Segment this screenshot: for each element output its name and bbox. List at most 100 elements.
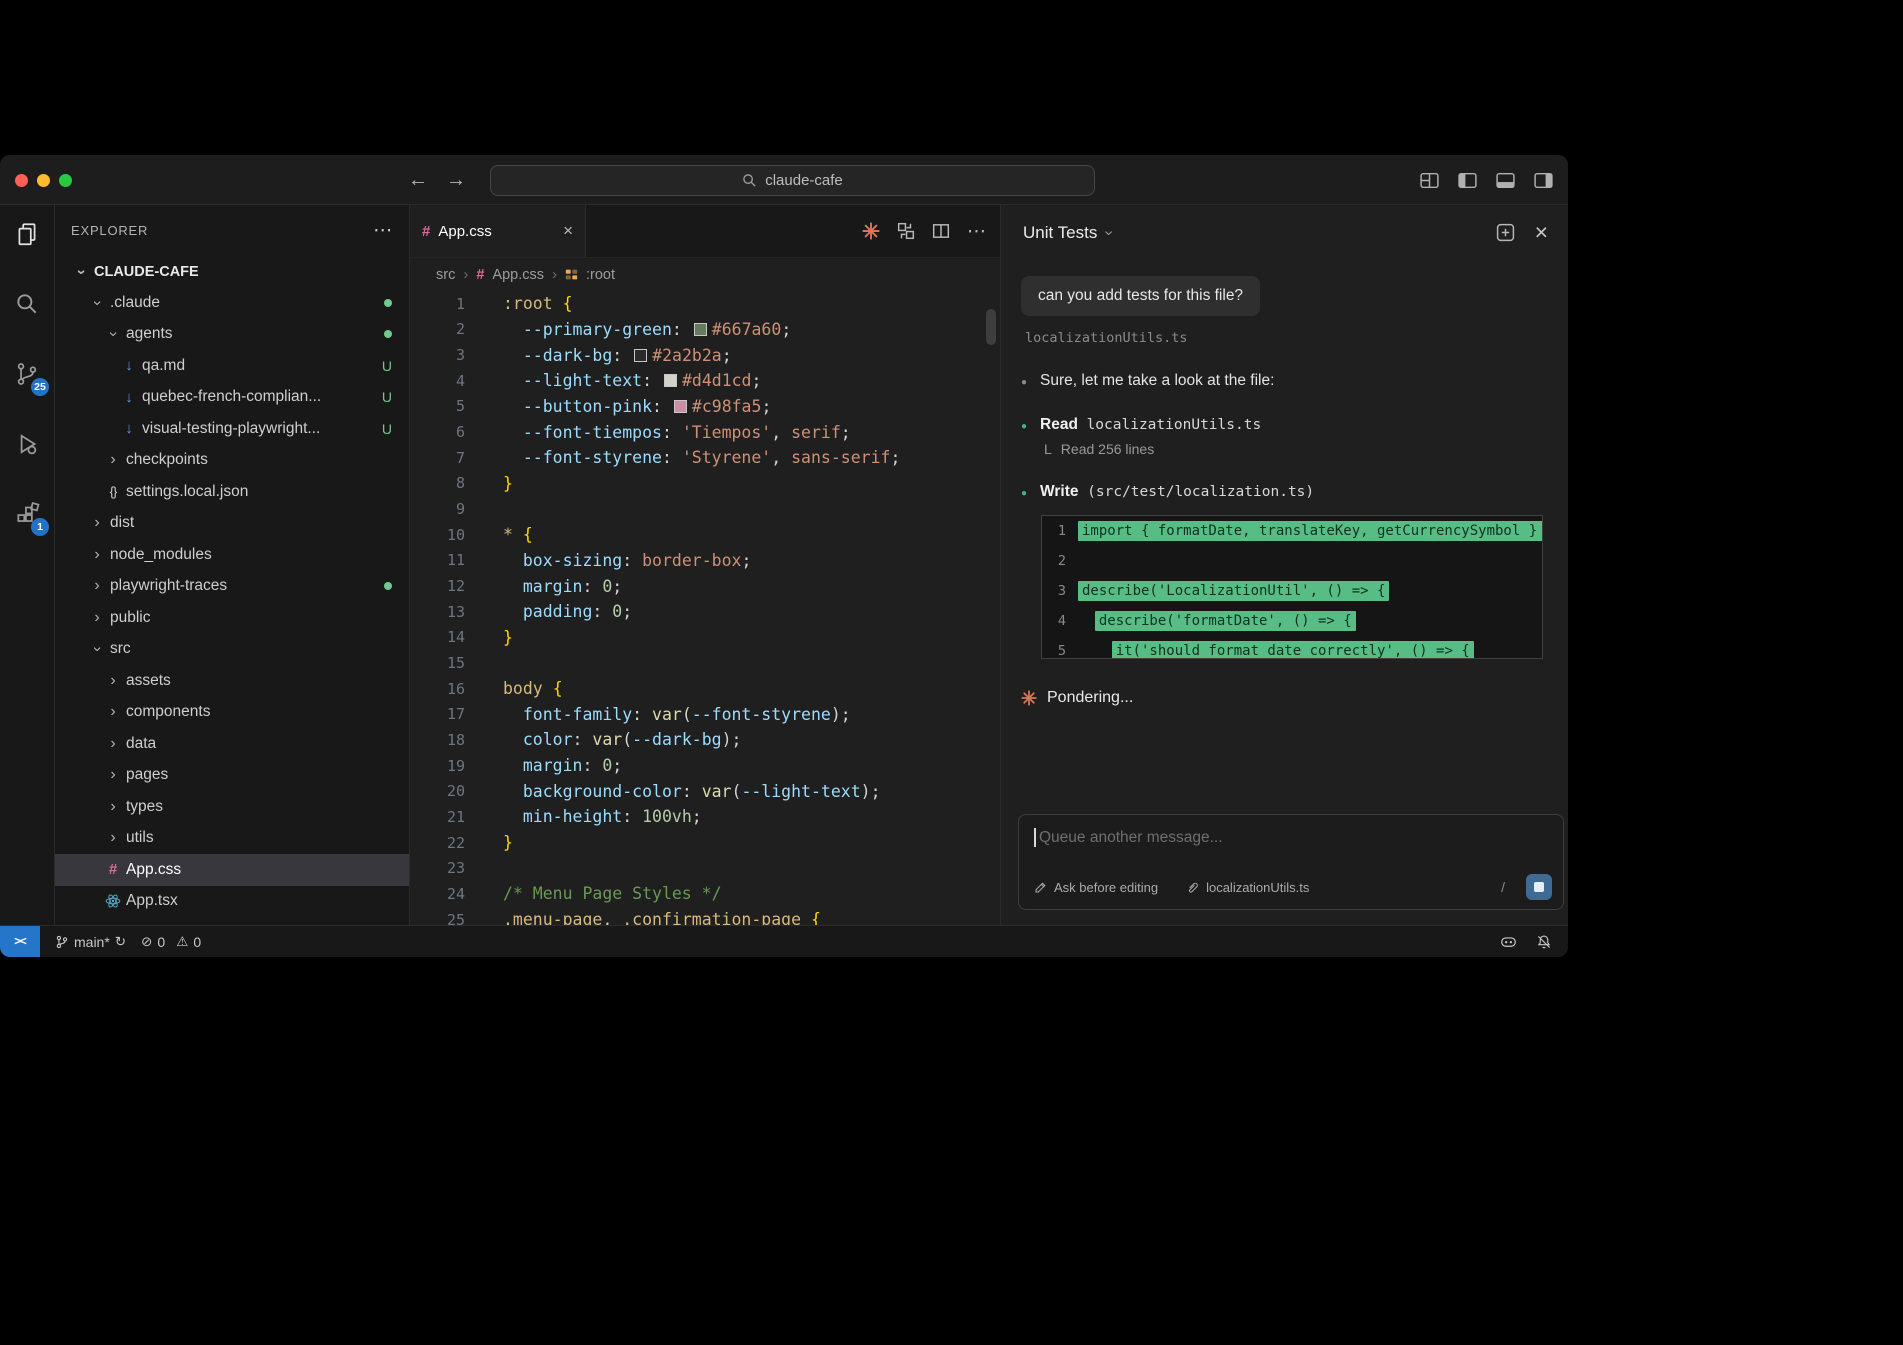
open-changes-icon[interactable] <box>897 222 915 240</box>
new-conversation-icon[interactable] <box>1496 223 1515 242</box>
code-line[interactable]: 8} <box>410 471 1000 497</box>
breadcrumb-folder[interactable]: src <box>436 267 455 283</box>
source-control-activity-icon[interactable]: 25 <box>10 357 44 391</box>
line-number: 10 <box>410 526 465 544</box>
added-code: it('should format date correctly', () =>… <box>1112 641 1474 659</box>
explorer-item-checkpoints[interactable]: ›checkpoints <box>55 445 409 477</box>
token: color <box>503 730 573 749</box>
editor-more-actions-icon[interactable]: ⋯ <box>967 220 986 243</box>
diff-line: 1import { formatDate, translateKey, getC… <box>1042 516 1542 546</box>
toggle-sidebar-icon[interactable] <box>1457 170 1478 191</box>
remote-indicator[interactable]: >< <box>0 926 40 957</box>
notifications-muted-icon[interactable] <box>1535 933 1553 951</box>
code-line[interactable]: 9 <box>410 496 1000 522</box>
editor-scrollbar[interactable] <box>986 309 996 345</box>
code-line[interactable]: 24/* Menu Page Styles */ <box>410 881 1000 907</box>
problems-item[interactable]: ⊘ 0 ⚠ 0 <box>141 934 201 950</box>
explorer-item-app-tsx[interactable]: App.tsx <box>55 886 409 918</box>
toggle-secondary-sidebar-icon[interactable] <box>1533 170 1554 191</box>
explorer-item-types[interactable]: ›types <box>55 791 409 823</box>
token: 0 <box>602 577 612 596</box>
close-panel-icon[interactable]: × <box>1535 221 1548 244</box>
code-line[interactable]: 21 min-height: 100vh; <box>410 804 1000 830</box>
code-line[interactable]: 12 margin: 0; <box>410 573 1000 599</box>
permission-mode-selector[interactable]: Ask before editing <box>1034 880 1158 895</box>
extensions-activity-icon[interactable]: 1 <box>10 497 44 531</box>
code-line[interactable]: 1:root { <box>410 291 1000 317</box>
tab-close-icon[interactable]: × <box>563 221 573 241</box>
customize-layout-icon[interactable] <box>1419 170 1440 191</box>
chevron-down-icon[interactable]: › <box>1100 230 1118 235</box>
explorer-item-public[interactable]: ›public <box>55 602 409 634</box>
chevron-down-icon: › <box>72 263 90 281</box>
line-content: } <box>503 628 513 647</box>
back-arrow-icon[interactable]: ← <box>408 169 428 192</box>
code-line[interactable]: 15 <box>410 650 1000 676</box>
code-line[interactable]: 22} <box>410 830 1000 856</box>
code-line[interactable]: 13 padding: 0; <box>410 599 1000 625</box>
explorer-more-actions-icon[interactable]: ⋯ <box>373 219 393 242</box>
code-line[interactable]: 7 --font-styrene: 'Styrene', sans-serif; <box>410 445 1000 471</box>
explorer-item-data[interactable]: ›data <box>55 728 409 760</box>
token: * <box>503 525 513 544</box>
code-line[interactable]: 3 --dark-bg: #2a2b2a; <box>410 342 1000 368</box>
window-minimize-button[interactable] <box>37 174 50 187</box>
code-line[interactable]: 16body { <box>410 676 1000 702</box>
run-debug-activity-icon[interactable] <box>10 427 44 461</box>
code-line[interactable]: 6 --font-tiempos: 'Tiempos', serif; <box>410 419 1000 445</box>
tool-call-write[interactable]: ● Write (src/test/localization.ts) <box>1021 483 1548 501</box>
breadcrumb-file[interactable]: App.css <box>492 267 544 283</box>
search-activity-icon[interactable] <box>10 287 44 321</box>
tab-app-css[interactable]: # App.css × <box>410 205 586 257</box>
code-line[interactable]: 20 background-color: var(--light-text); <box>410 778 1000 804</box>
explorer-item-settings-local-json[interactable]: {}settings.local.json <box>55 476 409 508</box>
code-line[interactable]: 5 --button-pink: #c98fa5; <box>410 394 1000 420</box>
code-editor[interactable]: 1:root {2 --primary-green: #667a60;3 --d… <box>410 291 1000 925</box>
code-line[interactable]: 18 color: var(--dark-bg); <box>410 727 1000 753</box>
code-line[interactable]: 10* { <box>410 522 1000 548</box>
explorer-item--claude[interactable]: ›.claude <box>55 287 409 319</box>
command-center-search[interactable]: claude-cafe <box>490 165 1095 196</box>
split-editor-icon[interactable] <box>932 222 950 240</box>
breadcrumb-symbol[interactable]: :root <box>586 267 615 283</box>
code-line[interactable]: 4 --light-text: #d4d1cd; <box>410 368 1000 394</box>
toggle-panel-icon[interactable] <box>1495 170 1516 191</box>
explorer-item-src[interactable]: ›src <box>55 634 409 666</box>
stop-button[interactable] <box>1526 874 1552 900</box>
claude-spinner-icon <box>1021 690 1037 706</box>
slash-command-hint[interactable]: / <box>1501 879 1505 895</box>
sync-icon[interactable]: ↻ <box>115 934 126 950</box>
explorer-item-utils[interactable]: ›utils <box>55 823 409 855</box>
explorer-item-agents[interactable]: ›agents <box>55 319 409 351</box>
code-line[interactable]: 23 <box>410 855 1000 881</box>
explorer-activity-icon[interactable] <box>10 217 44 251</box>
forward-arrow-icon[interactable]: → <box>446 169 466 192</box>
code-line[interactable]: 17 font-family: var(--font-styrene); <box>410 702 1000 728</box>
explorer-item-assets[interactable]: ›assets <box>55 665 409 697</box>
claude-icon[interactable] <box>862 222 880 240</box>
code-line[interactable]: 11 box-sizing: border-box; <box>410 548 1000 574</box>
tool-call-read[interactable]: ● Read localizationUtils.ts <box>1021 416 1548 434</box>
explorer-root-folder[interactable]: › CLAUDE-CAFE <box>55 256 409 287</box>
code-line[interactable]: 19 margin: 0; <box>410 753 1000 779</box>
explorer-item-quebec-french-complian-[interactable]: ↓quebec-french-complian...U <box>55 382 409 414</box>
attached-file-chip[interactable]: localizationUtils.ts <box>1186 880 1309 895</box>
code-line[interactable]: 2 --primary-green: #667a60; <box>410 317 1000 343</box>
explorer-item-playwright-traces[interactable]: ›playwright-traces <box>55 571 409 603</box>
code-line[interactable]: 25.menu-page, .confirmation-page { <box>410 907 1000 925</box>
explorer-item-node-modules[interactable]: ›node_modules <box>55 539 409 571</box>
explorer-item-components[interactable]: ›components <box>55 697 409 729</box>
explorer-item-pages[interactable]: ›pages <box>55 760 409 792</box>
explorer-item-visual-testing-playwright-[interactable]: ↓visual-testing-playwright...U <box>55 413 409 445</box>
window-maximize-button[interactable] <box>59 174 72 187</box>
copilot-icon[interactable] <box>1499 932 1518 951</box>
explorer-item-qa-md[interactable]: ↓qa.mdU <box>55 350 409 382</box>
token: --dark-bg <box>632 730 721 749</box>
code-line[interactable]: 14} <box>410 625 1000 651</box>
window-close-button[interactable] <box>15 174 28 187</box>
message-input[interactable]: Queue another message... <box>1019 815 1563 847</box>
explorer-item-app-css[interactable]: #App.css <box>55 854 409 886</box>
diff-code-block[interactable]: 1import { formatDate, translateKey, getC… <box>1041 515 1543 659</box>
explorer-item-dist[interactable]: ›dist <box>55 508 409 540</box>
git-branch-item[interactable]: main* ↻ <box>55 934 126 950</box>
